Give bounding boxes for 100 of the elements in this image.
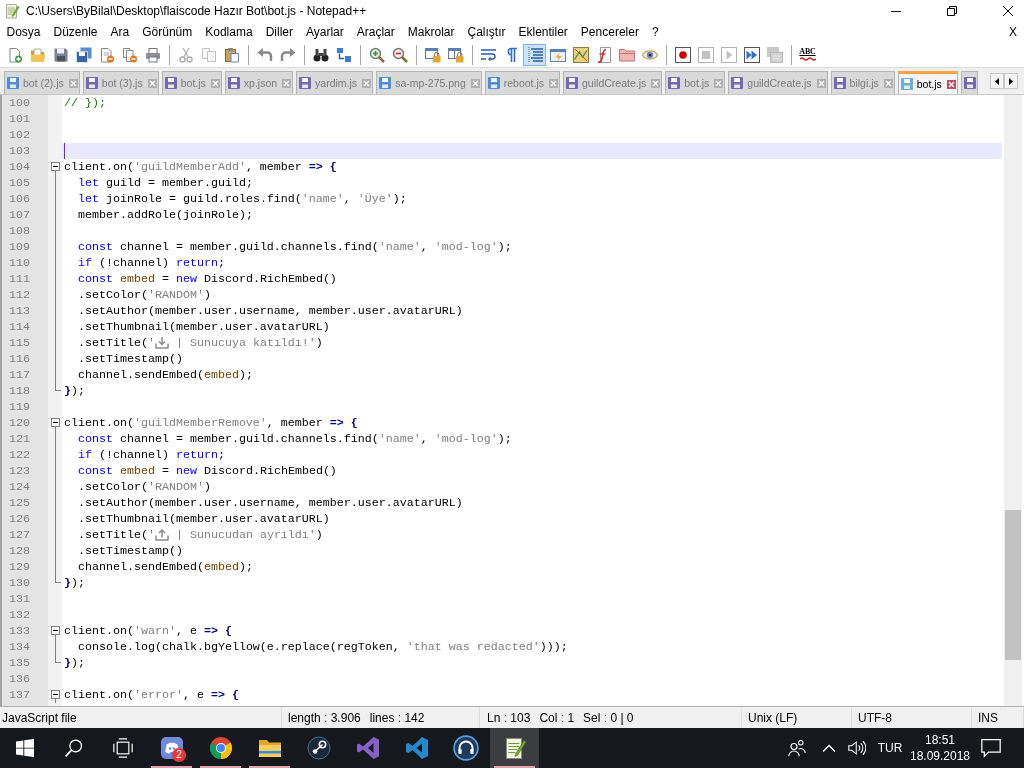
- code-text: member.addRole(joinRole);: [78, 207, 253, 223]
- file-tab[interactable]: bot.js: [897, 71, 958, 94]
- line-number: 110: [9, 255, 30, 271]
- line-number: 122: [9, 447, 30, 463]
- fast-forward-icon: [743, 46, 760, 63]
- menu-item[interactable]: ?: [645, 25, 666, 39]
- menu-item[interactable]: Araçlar: [350, 25, 402, 39]
- code-text: .setThumbnail(member.user.avatarURL): [78, 319, 330, 335]
- close-file-icon: [98, 46, 115, 63]
- taskbar-button[interactable]: [490, 728, 539, 768]
- map-icon: [572, 46, 589, 63]
- clock-time[interactable]: 18:51: [925, 733, 955, 747]
- spellcheck-label: ABC: [799, 48, 816, 56]
- word-wrap-icon: [480, 46, 497, 63]
- line-number: 113: [9, 303, 30, 319]
- code-text: });: [64, 383, 85, 399]
- code-text: if (!channel) return;: [78, 447, 225, 463]
- save-all-icon: [75, 46, 92, 63]
- close-icon[interactable]: [362, 78, 372, 88]
- close-icon[interactable]: [470, 78, 480, 88]
- line-number: 108: [9, 223, 30, 239]
- code-text: const embed = new Discord.RichEmbed(): [78, 463, 337, 479]
- line-number: 118: [9, 383, 30, 399]
- menu-item[interactable]: Düzenle: [47, 25, 105, 39]
- code-text: // });: [64, 95, 106, 111]
- line-number: 126: [9, 511, 30, 527]
- line-number: 121: [9, 431, 30, 447]
- fold-toggle-icon[interactable]: [51, 418, 60, 431]
- close-icon[interactable]: [714, 78, 724, 88]
- code-editor-icon: [404, 736, 429, 760]
- file-tab[interactable]: [960, 71, 978, 94]
- zoom-out-icon: [391, 46, 408, 63]
- fold-toggle-icon[interactable]: [51, 162, 60, 175]
- menu-item[interactable]: Dosya: [0, 25, 47, 39]
- menu-item[interactable]: Çalıştır: [461, 25, 512, 39]
- menu-item[interactable]: Pencereler: [574, 25, 646, 39]
- line-number: 109: [9, 239, 30, 255]
- tray-download-icon: [154, 337, 169, 349]
- chat-app-icon: [159, 736, 184, 760]
- close-icon[interactable]: [282, 78, 292, 88]
- taskbar-button[interactable]: 2: [147, 728, 196, 768]
- new-file-icon: [6, 46, 23, 63]
- close-icon[interactable]: [651, 78, 661, 88]
- close-icon[interactable]: [883, 78, 893, 88]
- printer-icon: [144, 46, 161, 63]
- cursor-column: Col : 1: [539, 710, 575, 725]
- fold-toggle-icon[interactable]: [51, 626, 60, 639]
- close-icon[interactable]: [816, 78, 826, 88]
- line-number: 115: [9, 335, 30, 351]
- redo-icon: [279, 46, 296, 63]
- close-icon[interactable]: [549, 78, 559, 88]
- close-icon[interactable]: [147, 78, 157, 88]
- close-icon[interactable]: [210, 78, 220, 88]
- code-text: client.on('guildMemberAdd', member => {: [64, 159, 337, 175]
- menu-item[interactable]: Ayarlar: [299, 25, 351, 39]
- save-icon: [52, 46, 69, 63]
- fold-toggle-icon[interactable]: [51, 690, 60, 703]
- clock-date[interactable]: 18.09.2018: [909, 749, 971, 763]
- restore-icon: [947, 6, 957, 16]
- menu-item[interactable]: Eklentiler: [512, 25, 575, 39]
- cursor-line: Ln : 103: [487, 710, 531, 725]
- scrollbar-thumb[interactable]: [1005, 510, 1021, 660]
- file-type-label: JavaScript file: [2, 710, 77, 725]
- code-text: .setAuthor(member.user.username, member.user.avatarURL): [78, 495, 463, 511]
- line-number: 134: [9, 639, 30, 655]
- menu-item[interactable]: Ara: [104, 25, 136, 39]
- insert-mode: INS: [978, 710, 998, 725]
- notification-badge: 2: [172, 748, 186, 762]
- line-number: 137: [9, 687, 30, 703]
- menu-item[interactable]: Makrolar: [401, 25, 461, 39]
- vertical-scrollbar[interactable]: [1004, 95, 1022, 706]
- input-language[interactable]: TUR: [877, 741, 903, 755]
- text-cursor: [64, 143, 65, 159]
- menu-item[interactable]: Görünüm: [135, 25, 199, 39]
- line-number: 125: [9, 495, 30, 511]
- menu-item[interactable]: Diller: [259, 25, 300, 39]
- close-icon[interactable]: [68, 78, 78, 88]
- fold-end-line: [55, 575, 61, 583]
- game-client-icon: [306, 736, 331, 760]
- toolbar-button[interactable]: ABC: [796, 43, 819, 66]
- code-text: let joinRole = guild.roles.find('name', 'Üye');: [78, 191, 407, 207]
- selection-info: Sel : 0 | 0: [583, 710, 634, 725]
- line-number: 133: [9, 623, 30, 639]
- window-lock-icon: [424, 46, 441, 63]
- code-text: client.on('guildMemberRemove', member => {: [64, 415, 358, 431]
- menu-item[interactable]: Kodlama: [198, 25, 260, 39]
- people-icon[interactable]: [788, 739, 806, 757]
- clipboard-icon: [223, 46, 240, 63]
- close-all-icon: [121, 46, 138, 63]
- line-number: 102: [9, 127, 30, 143]
- close-icon[interactable]: [946, 79, 956, 89]
- scroll-tabs-right-button[interactable]: [1004, 73, 1018, 89]
- close-document-button[interactable]: X: [1007, 25, 1019, 39]
- code-text: channel.sendEmbed(embed);: [78, 559, 253, 575]
- play-icon: [720, 46, 737, 63]
- binoculars-icon: [312, 46, 329, 63]
- scroll-tabs-left-button[interactable]: [990, 73, 1004, 89]
- notification-icon[interactable]: [981, 738, 1001, 758]
- code-text: client.on('warn', e => {: [64, 623, 232, 639]
- speaker-icon[interactable]: [848, 739, 866, 757]
